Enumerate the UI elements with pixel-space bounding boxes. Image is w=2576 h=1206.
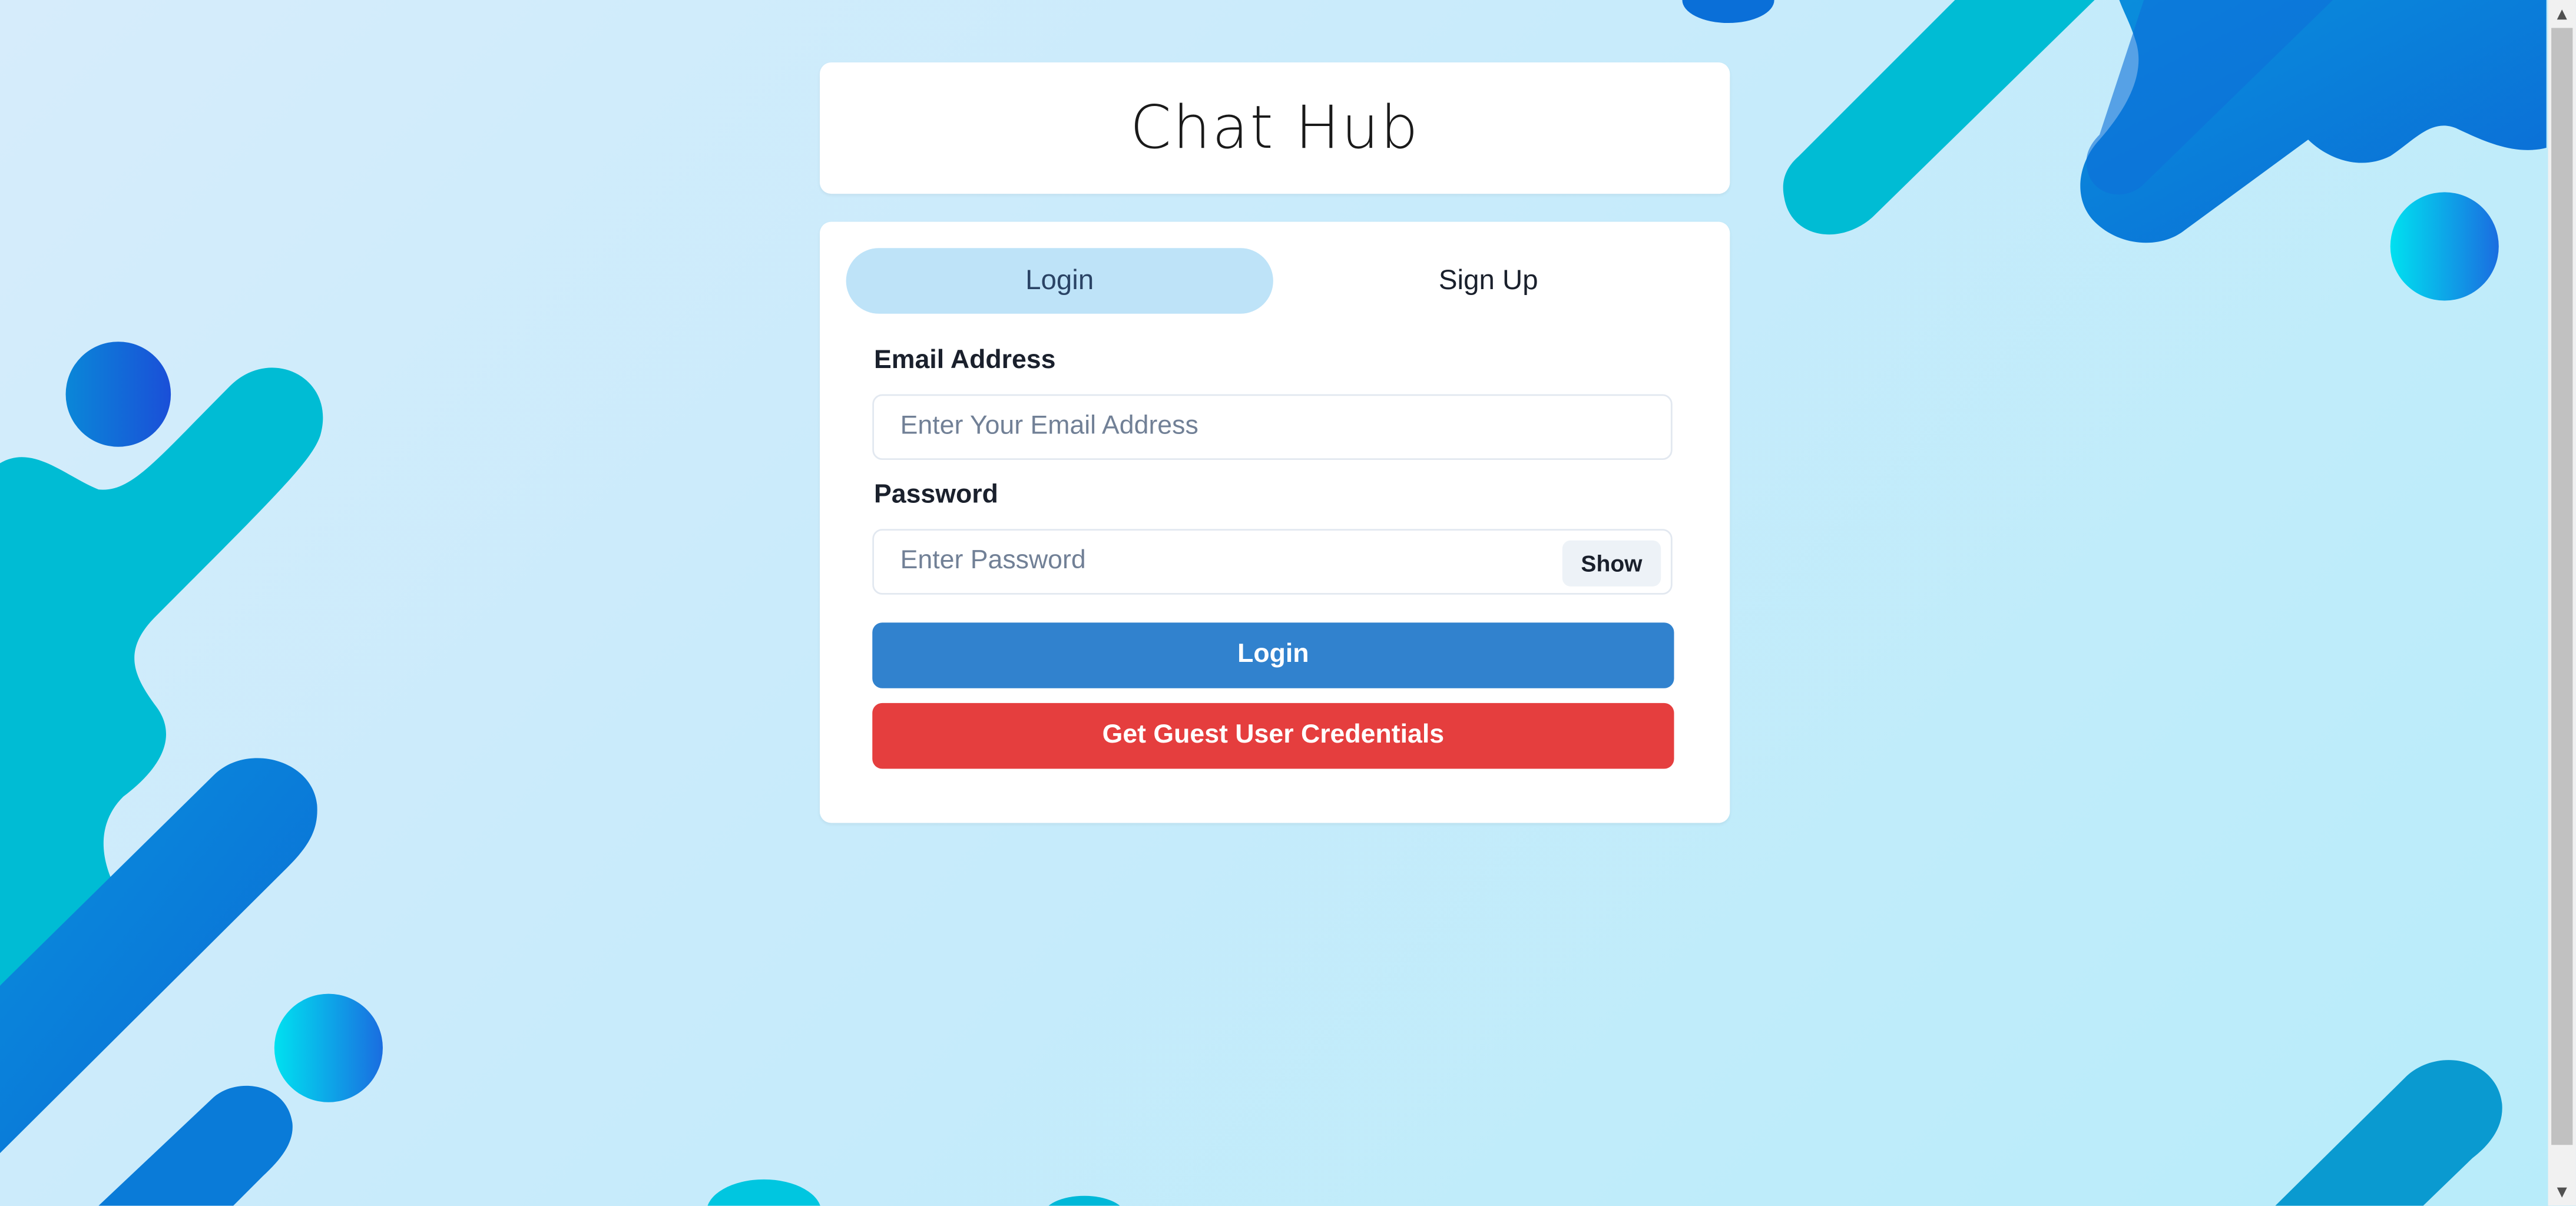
guest-credentials-button[interactable]: Get Guest User Credentials (872, 703, 1674, 769)
bottom-shape-1 (707, 1179, 820, 1206)
left-top-circle (65, 342, 171, 447)
scrollbar-thumb[interactable] (2551, 28, 2573, 1145)
triangle-up-icon[interactable]: ▲ (2548, 0, 2576, 28)
email-input[interactable] (900, 396, 1525, 459)
bottom-shape-2 (1048, 1195, 1120, 1206)
title-card: Chat Hub (819, 62, 1730, 194)
vertical-scrollbar[interactable]: ▲ ▼ (2548, 0, 2576, 1206)
top-circle (1682, 0, 1774, 24)
password-input[interactable] (900, 531, 1525, 594)
email-field-container (872, 394, 1673, 460)
left-bottom-bar (98, 1085, 293, 1206)
email-label: Email Address (874, 346, 1056, 375)
show-password-button[interactable]: Show (1562, 540, 1661, 587)
tab-login[interactable]: Login (846, 248, 1273, 314)
page: Chat Hub Login Sign Up Email Address Pas… (0, 0, 2576, 1206)
right-circle (2390, 192, 2499, 301)
tab-signup[interactable]: Sign Up (1275, 248, 1702, 314)
top-right-teal-bar (1783, 0, 2095, 235)
page-title: Chat Hub (1130, 94, 1420, 162)
password-field-container: Show (872, 529, 1673, 595)
bottom-right-bar (2275, 1060, 2502, 1206)
login-button[interactable]: Login (872, 622, 1674, 688)
triangle-down-icon[interactable]: ▼ (2548, 1178, 2576, 1205)
auth-form-card: Login Sign Up Email Address Password Sho… (819, 221, 1730, 823)
password-label: Password (874, 481, 998, 509)
left-bottom-circle (274, 993, 383, 1102)
